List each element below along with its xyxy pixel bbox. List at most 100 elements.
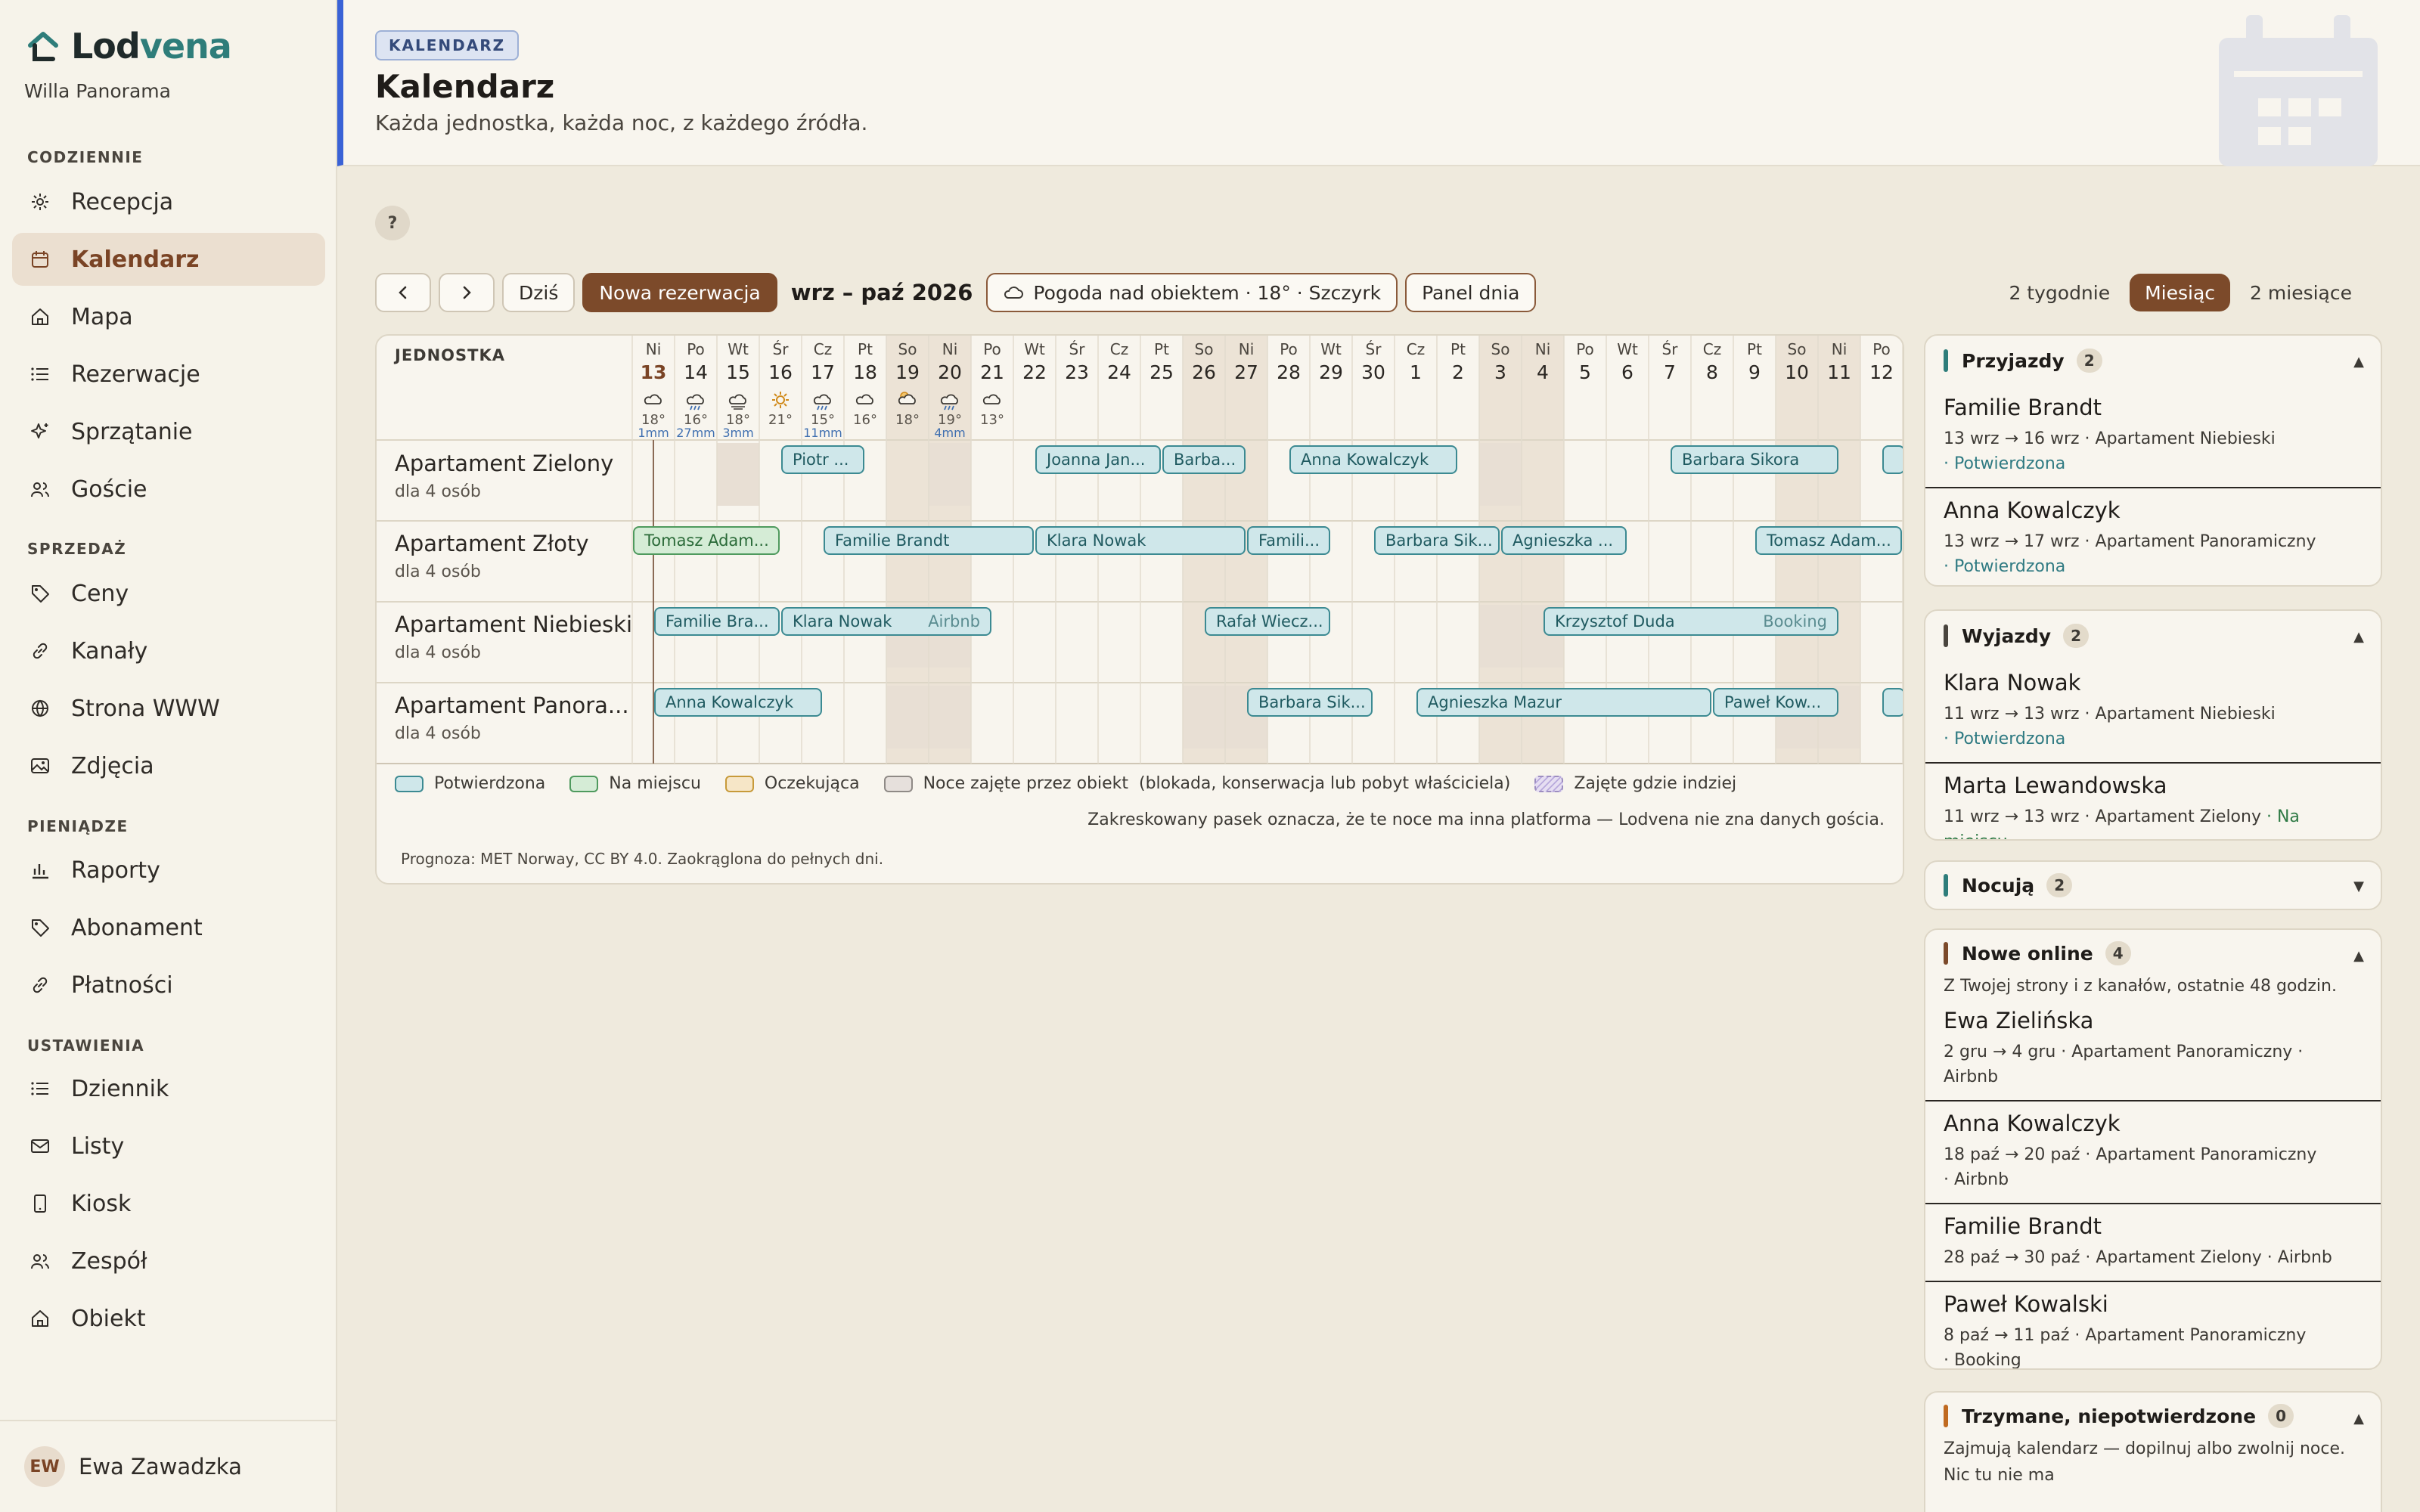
new-online-panel-header[interactable]: Nowe online 4 ▲ — [1925, 930, 2381, 977]
list-item[interactable]: Marta Lewandowska 11 wrz → 13 wrz · Apar… — [1925, 762, 2381, 839]
next-button[interactable] — [439, 273, 495, 312]
booking-bar[interactable]: Famili... — [1247, 526, 1330, 555]
legend-label: Potwierdzona — [434, 774, 546, 793]
booking-bar[interactable]: Krzysztof Duda Booking — [1544, 607, 1838, 636]
rain-icon — [813, 394, 831, 411]
user-profile[interactable]: EW Ewa Zawadzka — [0, 1420, 336, 1512]
unit-column-header: JEDNOSTKA — [395, 346, 505, 364]
precipitation-label: 27mm — [676, 426, 715, 440]
nav-section-settings: USTAWIENIA — [27, 1036, 145, 1055]
sidebar-item-recepcja[interactable]: Recepcja — [12, 175, 325, 228]
day-number-label: 2 — [1452, 361, 1464, 383]
sidebar-item-zespół[interactable]: Zespół — [12, 1235, 325, 1287]
sidebar-item-ceny[interactable]: Ceny — [12, 567, 325, 620]
booking-bar[interactable]: Familie Brandt — [824, 526, 1034, 555]
new-booking-button[interactable]: Nowa rezerwacja — [582, 273, 777, 312]
list-item[interactable]: Ewa Zielińska 2 gru → 4 gru · Apartament… — [1925, 1006, 2381, 1100]
panel-title: Nocują — [1962, 874, 2035, 897]
booking-bar[interactable]: Familie Bra... — [654, 607, 780, 636]
booking-bar[interactable]: Barbara Sik... — [1374, 526, 1500, 555]
precipitation-label: 11mm — [803, 426, 842, 440]
legend-item: Zajęte gdzie indziej — [1534, 774, 1736, 793]
sidebar-item-goście[interactable]: Goście — [12, 463, 325, 516]
home-icon — [32, 1310, 48, 1327]
unit-row-label[interactable]: Apartament Złoty dla 4 osób — [395, 531, 589, 581]
sidebar-item-dziennik[interactable]: Dziennik — [12, 1062, 325, 1115]
booking-bar[interactable]: Joanna Jan... — [1035, 445, 1161, 474]
sidebar-item-listy[interactable]: Listy — [12, 1120, 325, 1173]
status-label: · Potwierdzona — [1944, 454, 2066, 473]
unit-row-label[interactable]: Apartament Niebieski dla 4 osób — [395, 612, 632, 662]
booking-bar[interactable]: Piotr ... — [781, 445, 864, 474]
list-item[interactable]: Anna Kowalczyk 13 wrz → 17 wrz · Apartam… — [1925, 487, 2381, 585]
booking-bar[interactable]: Tomasz Adam... — [633, 526, 780, 555]
booking-bar[interactable]: Barbara Sikora — [1671, 445, 1838, 474]
staying-panel-header[interactable]: Nocują 2 ▼ — [1925, 862, 2381, 909]
count-badge: 4 — [2105, 941, 2131, 965]
booking-bar[interactable]: Tomasz Adam... — [1755, 526, 1902, 555]
booking-bar[interactable] — [1882, 688, 1904, 717]
booking-bar[interactable]: Barba... — [1162, 445, 1246, 474]
cloud-icon — [1004, 287, 1024, 299]
sidebar-item-abonament[interactable]: Abonament — [12, 901, 325, 954]
view-2-weeks[interactable]: 2 tygodnie — [1993, 274, 2125, 311]
prev-button[interactable] — [375, 273, 431, 312]
day-number-label: 26 — [1192, 361, 1216, 383]
arrivals-panel-header[interactable]: Przyjazdy 2 ▲ — [1925, 336, 2381, 386]
day-number-label: 11 — [1827, 361, 1851, 383]
list-item[interactable]: Familie Brandt 28 paź → 30 paź · Apartam… — [1925, 1203, 2381, 1281]
booking-bar[interactable]: Rafał Wiecz... — [1205, 607, 1330, 636]
list-item[interactable]: Anna Kowalczyk 18 paź → 20 paź · Apartam… — [1925, 1100, 2381, 1203]
booking-guest-label: Rafał Wiecz... — [1216, 612, 1323, 631]
legend-item: Noce zajęte przez obiekt (blokada, konse… — [883, 774, 1510, 793]
day-panel-button[interactable]: Panel dnia — [1405, 273, 1537, 312]
view-month[interactable]: Miesiąc — [2130, 274, 2231, 311]
day-of-week-label: Cz — [1703, 340, 1721, 358]
sidebar-item-rezerwacje[interactable]: Rezerwacje — [12, 348, 325, 401]
legend-item: Oczekująca — [724, 774, 860, 793]
weather-button[interactable]: Pogoda nad obiektem · 18° · Szczyrk — [986, 273, 1398, 312]
departures-panel-header[interactable]: Wyjazdy 2 ▲ — [1925, 611, 2381, 661]
staying-panel: Nocują 2 ▼ — [1924, 860, 2382, 910]
day-of-week-label: Wt — [1617, 340, 1638, 358]
guest-name: Anna Kowalczyk — [1944, 497, 2121, 523]
sidebar-item-kiosk[interactable]: Kiosk — [12, 1177, 325, 1230]
booking-meta: 18 paź → 20 paź · Apartament Panoramiczn… — [1944, 1145, 2317, 1189]
booking-bar[interactable]: Paweł Kow... — [1713, 688, 1838, 717]
sidebar-item-strona-www[interactable]: Strona WWW — [12, 682, 325, 735]
booking-bar[interactable] — [1882, 445, 1904, 474]
sidebar-item-label: Strona WWW — [71, 695, 220, 722]
sidebar-item-raporty[interactable]: Raporty — [12, 844, 325, 897]
booking-bar-fill — [1882, 445, 1903, 474]
list-item[interactable]: Paweł Kowalski 8 paź → 11 paź · Apartame… — [1925, 1281, 2381, 1368]
booking-bar[interactable]: Barbara Sik... — [1247, 688, 1373, 717]
sidebar-item-kanały[interactable]: Kanały — [12, 624, 325, 677]
sidebar-item-zdjęcia[interactable]: Zdjęcia — [12, 739, 325, 792]
sidebar-item-kalendarz[interactable]: Kalendarz — [12, 233, 325, 286]
list-item[interactable]: Klara Nowak 11 wrz → 13 wrz · Apartament… — [1925, 661, 2381, 762]
booking-bar[interactable]: Agnieszka ... — [1501, 526, 1627, 555]
booking-channel-label: Airbnb — [928, 612, 980, 631]
held-panel-header[interactable]: Trzymane, niepotwierdzone 0 ▲ — [1925, 1393, 2381, 1439]
sidebar-item-obiekt[interactable]: Obiekt — [12, 1292, 325, 1345]
chevron-down-icon: ▼ — [2353, 878, 2364, 894]
booking-guest-label: Agnieszka ... — [1512, 531, 1613, 550]
unit-row-label[interactable]: Apartament Panora... dla 4 osób — [395, 692, 629, 743]
unit-row-label[interactable]: Apartament Zielony dla 4 osób — [395, 451, 613, 501]
list-item[interactable]: Familie Brandt 13 wrz → 16 wrz · Apartam… — [1925, 386, 2381, 487]
today-button[interactable]: Dziś — [502, 273, 576, 312]
booking-bar[interactable]: Anna Kowalczyk — [654, 688, 822, 717]
arrivals-panel: Przyjazdy 2 ▲ Familie Brandt 13 wrz → 16… — [1924, 334, 2382, 587]
help-button[interactable]: ? — [375, 206, 410, 240]
booking-bar[interactable]: Anna Kowalczyk — [1289, 445, 1457, 474]
sidebar-item-sprzątanie[interactable]: Sprzątanie — [12, 405, 325, 458]
sidebar-item-mapa[interactable]: Mapa — [12, 290, 325, 343]
calendar-icon — [32, 251, 48, 268]
booking-bar[interactable]: Klara Nowak Airbnb — [781, 607, 991, 636]
booking-bar[interactable]: Agnieszka Mazur — [1416, 688, 1711, 717]
view-2-months[interactable]: 2 miesiące — [2235, 274, 2367, 311]
brand-logo[interactable]: Lodvena — [26, 26, 232, 67]
sidebar-item-płatności[interactable]: Płatności — [12, 959, 325, 1012]
booking-bar[interactable]: Klara Nowak — [1035, 526, 1246, 555]
panel-accent — [1944, 1405, 1948, 1427]
